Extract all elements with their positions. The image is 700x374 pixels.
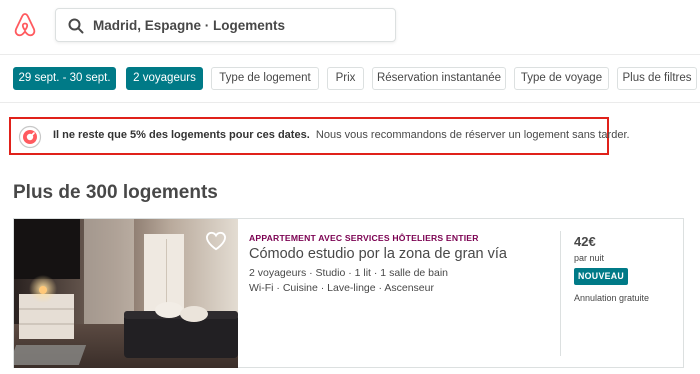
filter-guests-button[interactable]: 2 voyageurs	[126, 67, 203, 90]
alert-text: Il ne reste que 5% des logements pour ce…	[53, 129, 630, 141]
price-unit: par nuit	[574, 253, 605, 263]
listing-amenities: Wi-Fi · Cuisine · Lave-linge · Ascenseur	[249, 282, 434, 294]
filter-home-type-button[interactable]: Type de logement	[211, 67, 319, 90]
price-column: 42€ par nuit NOUVEAU Annulation gratuite	[574, 219, 679, 367]
heart-icon[interactable]	[205, 231, 227, 251]
top-bar: Madrid, Espagne · Logements	[0, 0, 700, 55]
listing-title[interactable]: Cómodo estudio por la zona de gran vía	[249, 246, 507, 262]
listing-price: 42€	[574, 234, 596, 249]
filter-instant-book-button[interactable]: Réservation instantanée	[372, 67, 506, 90]
listing-details: 2 voyageurs · Studio · 1 lit · 1 salle d…	[249, 267, 449, 279]
card-divider	[560, 231, 561, 356]
alert-body-text: Nous vous recommandons de réserver un lo…	[315, 129, 630, 141]
clock-alert-icon	[18, 125, 42, 149]
airbnb-logo-icon[interactable]	[13, 12, 37, 38]
listing-type: APPARTEMENT AVEC SERVICES HÔTELIERS ENTI…	[249, 233, 479, 243]
filter-price-button[interactable]: Prix	[327, 67, 364, 90]
filter-trip-type-button[interactable]: Type de voyage	[514, 67, 609, 90]
search-bar[interactable]: Madrid, Espagne · Logements	[55, 8, 396, 42]
listing-photo[interactable]	[14, 219, 238, 368]
search-icon	[68, 18, 84, 34]
listing-card[interactable]: APPARTEMENT AVEC SERVICES HÔTELIERS ENTI…	[13, 218, 684, 368]
availability-alert: Il ne reste que 5% des logements pour ce…	[9, 117, 630, 155]
results-heading: Plus de 300 logements	[13, 182, 218, 203]
alert-strong-text: Il ne reste que 5% des logements pour ce…	[53, 129, 310, 141]
cancellation-policy: Annulation gratuite	[574, 293, 650, 303]
new-badge: NOUVEAU	[574, 268, 629, 285]
filter-bar: 29 sept. - 30 sept. 2 voyageurs Type de …	[0, 55, 700, 103]
more-filters-button[interactable]: Plus de filtres	[617, 67, 697, 90]
search-input[interactable]: Madrid, Espagne · Logements	[93, 18, 285, 33]
filter-dates-button[interactable]: 29 sept. - 30 sept.	[13, 67, 116, 90]
listing-info[interactable]: APPARTEMENT AVEC SERVICES HÔTELIERS ENTI…	[249, 219, 559, 367]
